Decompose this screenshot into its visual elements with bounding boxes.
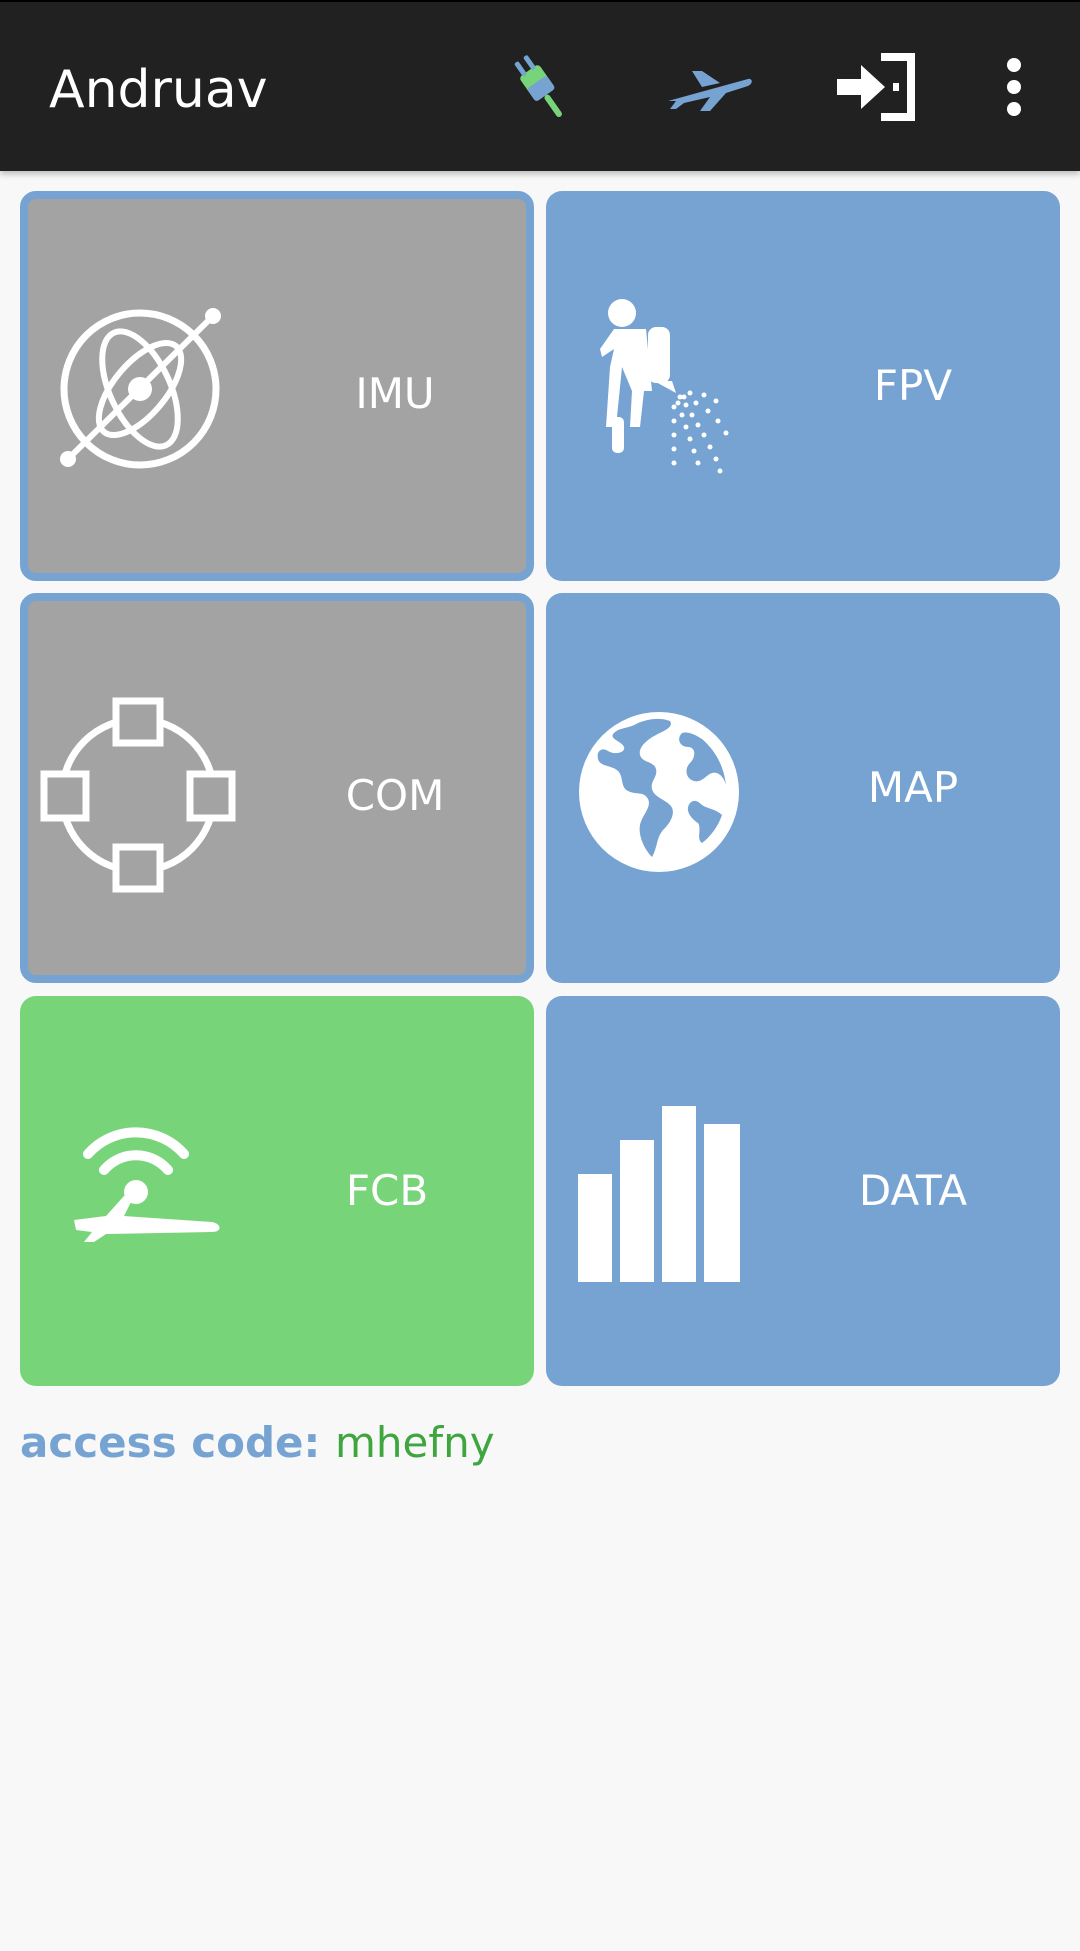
fpv-tile[interactable]: FPV <box>546 191 1060 581</box>
data-tile[interactable]: DATA <box>546 996 1060 1386</box>
app-title: Andruav <box>49 60 268 120</box>
fcb-tile[interactable]: FCB <box>20 996 534 1386</box>
com-label: COM <box>345 771 445 820</box>
vehicle-button[interactable] <box>660 42 756 132</box>
sprayer-person-icon <box>600 299 729 474</box>
globe-icon <box>579 712 739 872</box>
imu-tile[interactable]: IMU <box>20 191 534 581</box>
com-tile[interactable]: COM <box>20 593 534 983</box>
imu-label: IMU <box>355 369 435 418</box>
map-tile[interactable]: MAP <box>546 593 1060 983</box>
overflow-menu-button[interactable] <box>994 42 1034 132</box>
exit-door-icon <box>837 53 915 121</box>
fcb-label: FCB <box>345 1166 429 1215</box>
connection-button[interactable] <box>495 42 585 132</box>
gyroscope-icon <box>60 308 221 469</box>
access-code-value: mhefny <box>334 1418 495 1467</box>
fpv-label: FPV <box>873 361 953 410</box>
app-bar: Andruav <box>0 0 1080 171</box>
map-label: MAP <box>867 763 959 812</box>
bar-chart-icon <box>578 1106 740 1282</box>
plug-icon <box>514 55 562 118</box>
network-nodes-icon <box>40 697 236 893</box>
more-vert-icon <box>1007 58 1021 116</box>
data-label: DATA <box>858 1166 968 1215</box>
access-code-row: access code: mhefny <box>20 1418 495 1468</box>
access-code-label: access code: <box>20 1418 321 1467</box>
wireless-plane-icon <box>74 1127 220 1242</box>
logout-button[interactable] <box>832 42 922 132</box>
airplane-icon <box>668 71 752 111</box>
